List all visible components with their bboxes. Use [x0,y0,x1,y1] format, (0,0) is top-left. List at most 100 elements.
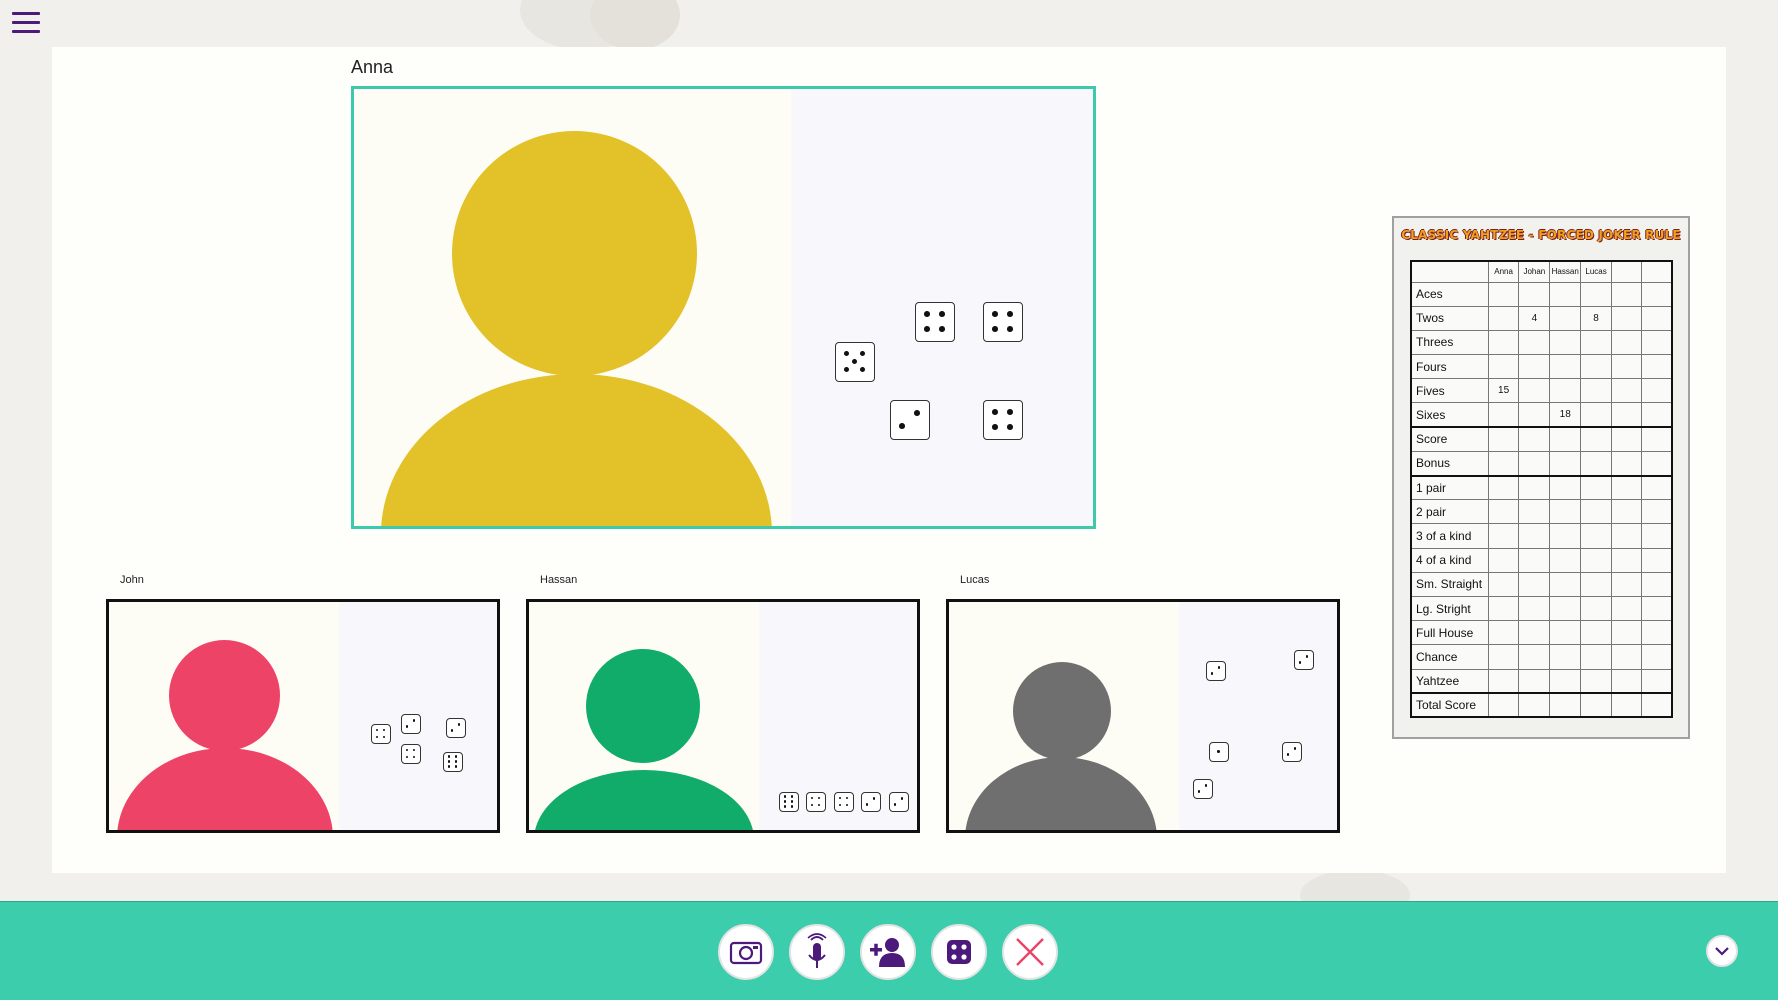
score-cell[interactable] [1487,668,1520,694]
score-cell[interactable] [1641,595,1673,622]
score-cell[interactable]: 18 [1549,402,1582,428]
score-cell[interactable] [1549,450,1582,477]
score-cell[interactable] [1641,305,1673,331]
score-cell[interactable] [1580,402,1612,428]
score-cell[interactable] [1487,354,1520,380]
score-cell[interactable] [1580,547,1612,573]
score-cell[interactable]: 8 [1580,305,1612,331]
score-cell[interactable] [1487,329,1520,356]
score-cell[interactable] [1641,523,1673,549]
score-cell[interactable] [1641,329,1673,356]
score-cell[interactable] [1610,620,1643,646]
score-cell[interactable] [1580,426,1612,452]
score-cell[interactable] [1641,692,1673,718]
score-cell[interactable] [1487,595,1520,622]
score-cell[interactable] [1610,450,1643,477]
hamburger-menu-icon[interactable] [12,12,40,36]
score-cell[interactable]: 4 [1518,305,1551,331]
score-cell[interactable] [1641,499,1673,525]
score-cell[interactable] [1518,692,1551,718]
score-cell[interactable] [1580,450,1612,477]
score-cell[interactable] [1610,281,1643,307]
score-cell[interactable] [1518,644,1551,670]
score-cell[interactable] [1610,668,1643,694]
score-cell[interactable] [1580,620,1612,646]
score-cell[interactable] [1518,668,1551,694]
score-cell[interactable] [1641,402,1673,428]
score-cell[interactable] [1549,354,1582,380]
score-cell[interactable] [1518,450,1551,477]
score-cell[interactable] [1518,474,1551,501]
score-cell[interactable] [1487,281,1520,307]
score-cell[interactable] [1610,426,1643,452]
score-cell[interactable] [1641,668,1673,694]
score-cell[interactable] [1580,378,1612,404]
score-cell[interactable] [1610,329,1643,356]
score-cell[interactable] [1641,644,1673,670]
score-cell[interactable] [1518,620,1551,646]
score-cell[interactable] [1641,426,1673,452]
score-cell[interactable] [1518,595,1551,622]
score-cell[interactable] [1518,402,1551,428]
dice-button[interactable] [931,924,987,980]
score-cell[interactable] [1549,595,1582,622]
camera-button[interactable] [718,924,774,980]
score-cell[interactable] [1641,571,1673,597]
score-cell[interactable] [1518,329,1551,356]
score-cell[interactable] [1580,571,1612,597]
score-cell[interactable] [1610,378,1643,404]
score-cell[interactable] [1580,644,1612,670]
score-cell[interactable] [1549,499,1582,525]
score-cell[interactable] [1487,426,1520,452]
score-cell[interactable] [1549,426,1582,452]
score-cell[interactable] [1610,305,1643,331]
score-cell[interactable] [1641,620,1673,646]
score-cell[interactable] [1610,595,1643,622]
score-cell[interactable] [1487,499,1520,525]
score-cell[interactable] [1487,547,1520,573]
score-cell[interactable] [1487,692,1520,718]
score-cell[interactable] [1580,523,1612,549]
score-cell[interactable] [1487,402,1520,428]
score-cell[interactable] [1641,281,1673,307]
score-cell[interactable] [1610,571,1643,597]
score-cell[interactable] [1641,354,1673,380]
score-cell[interactable] [1518,499,1551,525]
score-cell[interactable] [1610,354,1643,380]
score-cell[interactable] [1610,692,1643,718]
score-cell[interactable] [1549,692,1582,718]
score-cell[interactable] [1487,571,1520,597]
leave-button[interactable] [1002,924,1058,980]
score-cell[interactable] [1610,499,1643,525]
score-cell[interactable] [1610,523,1643,549]
add-player-button[interactable] [860,924,916,980]
score-cell[interactable] [1641,378,1673,404]
score-cell[interactable] [1518,378,1551,404]
score-cell[interactable] [1549,644,1582,670]
score-cell[interactable] [1549,329,1582,356]
score-cell[interactable] [1549,281,1582,307]
score-cell[interactable] [1580,499,1612,525]
score-cell[interactable] [1610,644,1643,670]
score-cell[interactable] [1610,547,1643,573]
score-cell[interactable] [1518,547,1551,573]
collapse-toolbar-button[interactable] [1706,935,1738,967]
score-cell[interactable] [1487,620,1520,646]
score-cell[interactable] [1580,281,1612,307]
score-cell[interactable] [1487,450,1520,477]
score-cell[interactable] [1518,426,1551,452]
score-cell[interactable] [1580,354,1612,380]
score-cell[interactable] [1487,523,1520,549]
score-cell[interactable] [1580,668,1612,694]
score-cell[interactable] [1580,329,1612,356]
score-cell[interactable] [1549,571,1582,597]
score-cell[interactable] [1487,305,1520,331]
score-cell[interactable] [1549,523,1582,549]
score-cell[interactable] [1518,523,1551,549]
microphone-button[interactable] [789,924,845,980]
score-cell[interactable] [1487,644,1520,670]
score-cell[interactable] [1580,692,1612,718]
score-cell[interactable] [1549,668,1582,694]
score-cell[interactable] [1549,474,1582,501]
score-cell[interactable] [1641,474,1673,501]
